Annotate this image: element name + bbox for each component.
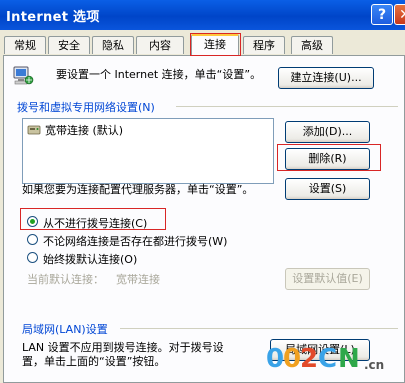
tab-privacy[interactable]: 隐私 xyxy=(92,36,134,54)
setup-description: 要设置一个 Internet 连接，单击“设置”。 xyxy=(56,68,262,81)
highlight-box-connections-tab xyxy=(190,33,241,56)
lan-description-line2: 置，单击上面的“设置”按钮。 xyxy=(22,355,166,368)
tab-security[interactable]: 安全 xyxy=(48,36,90,54)
title-bar[interactable]: Internet 选项 ? ✕ xyxy=(0,0,405,30)
tab-label: 安全 xyxy=(58,39,80,52)
tab-general[interactable]: 常规 xyxy=(4,36,46,54)
settings-button[interactable]: 设置(S) xyxy=(285,178,370,200)
highlight-box-remove xyxy=(277,144,381,171)
tab-advanced[interactable]: 高级 xyxy=(291,36,333,54)
highlight-box-never-dial xyxy=(20,208,166,230)
proxy-description: 如果您要为连接配置代理服务器，单击“设置”。 xyxy=(22,183,254,196)
set-default-button[interactable]: 设置默认值(E) xyxy=(285,268,370,290)
radio-button[interactable] xyxy=(27,234,38,245)
dialup-group-title: 拨号和虚拟专用网络设置(N) xyxy=(17,101,155,114)
tab-label: 隐私 xyxy=(102,39,124,52)
group-divider xyxy=(120,328,398,329)
setup-button[interactable]: 建立连接(U)... xyxy=(278,67,374,89)
list-item[interactable]: 宽带连接 (默认) xyxy=(45,122,123,138)
add-button[interactable]: 添加(D)... xyxy=(285,121,370,143)
help-button[interactable]: ? xyxy=(371,4,393,25)
connection-list[interactable]: 宽带连接 (默认) xyxy=(22,118,274,184)
tab-label: 内容 xyxy=(149,39,171,52)
tab-label: 高级 xyxy=(301,39,323,52)
connections-panel: 要设置一个 Internet 连接，单击“设置”。 建立连接(U)... 拨号和… xyxy=(3,55,405,383)
lan-group-title: 局域网(LAN)设置 xyxy=(22,323,108,336)
current-default-value: 宽带连接 xyxy=(116,273,160,286)
close-icon: ✕ xyxy=(399,7,405,23)
window-title: Internet 选项 xyxy=(6,10,100,25)
option-label: 始终拨默认连接(O) xyxy=(43,253,138,266)
current-default-label: 当前默认连接： xyxy=(27,273,104,286)
close-button[interactable]: ✕ xyxy=(394,4,405,25)
help-icon: ? xyxy=(377,7,387,23)
option-label: 不论网络连接是否存在都进行拨号(W) xyxy=(43,235,228,248)
tab-label: 常规 xyxy=(14,39,36,52)
broadband-connection-icon xyxy=(27,123,41,137)
group-divider xyxy=(176,106,398,107)
network-computer-icon xyxy=(12,65,34,87)
tab-content[interactable]: 内容 xyxy=(136,36,184,54)
tab-label: 程序 xyxy=(253,39,275,52)
tab-programs[interactable]: 程序 xyxy=(243,36,285,54)
radio-button[interactable] xyxy=(27,252,38,263)
